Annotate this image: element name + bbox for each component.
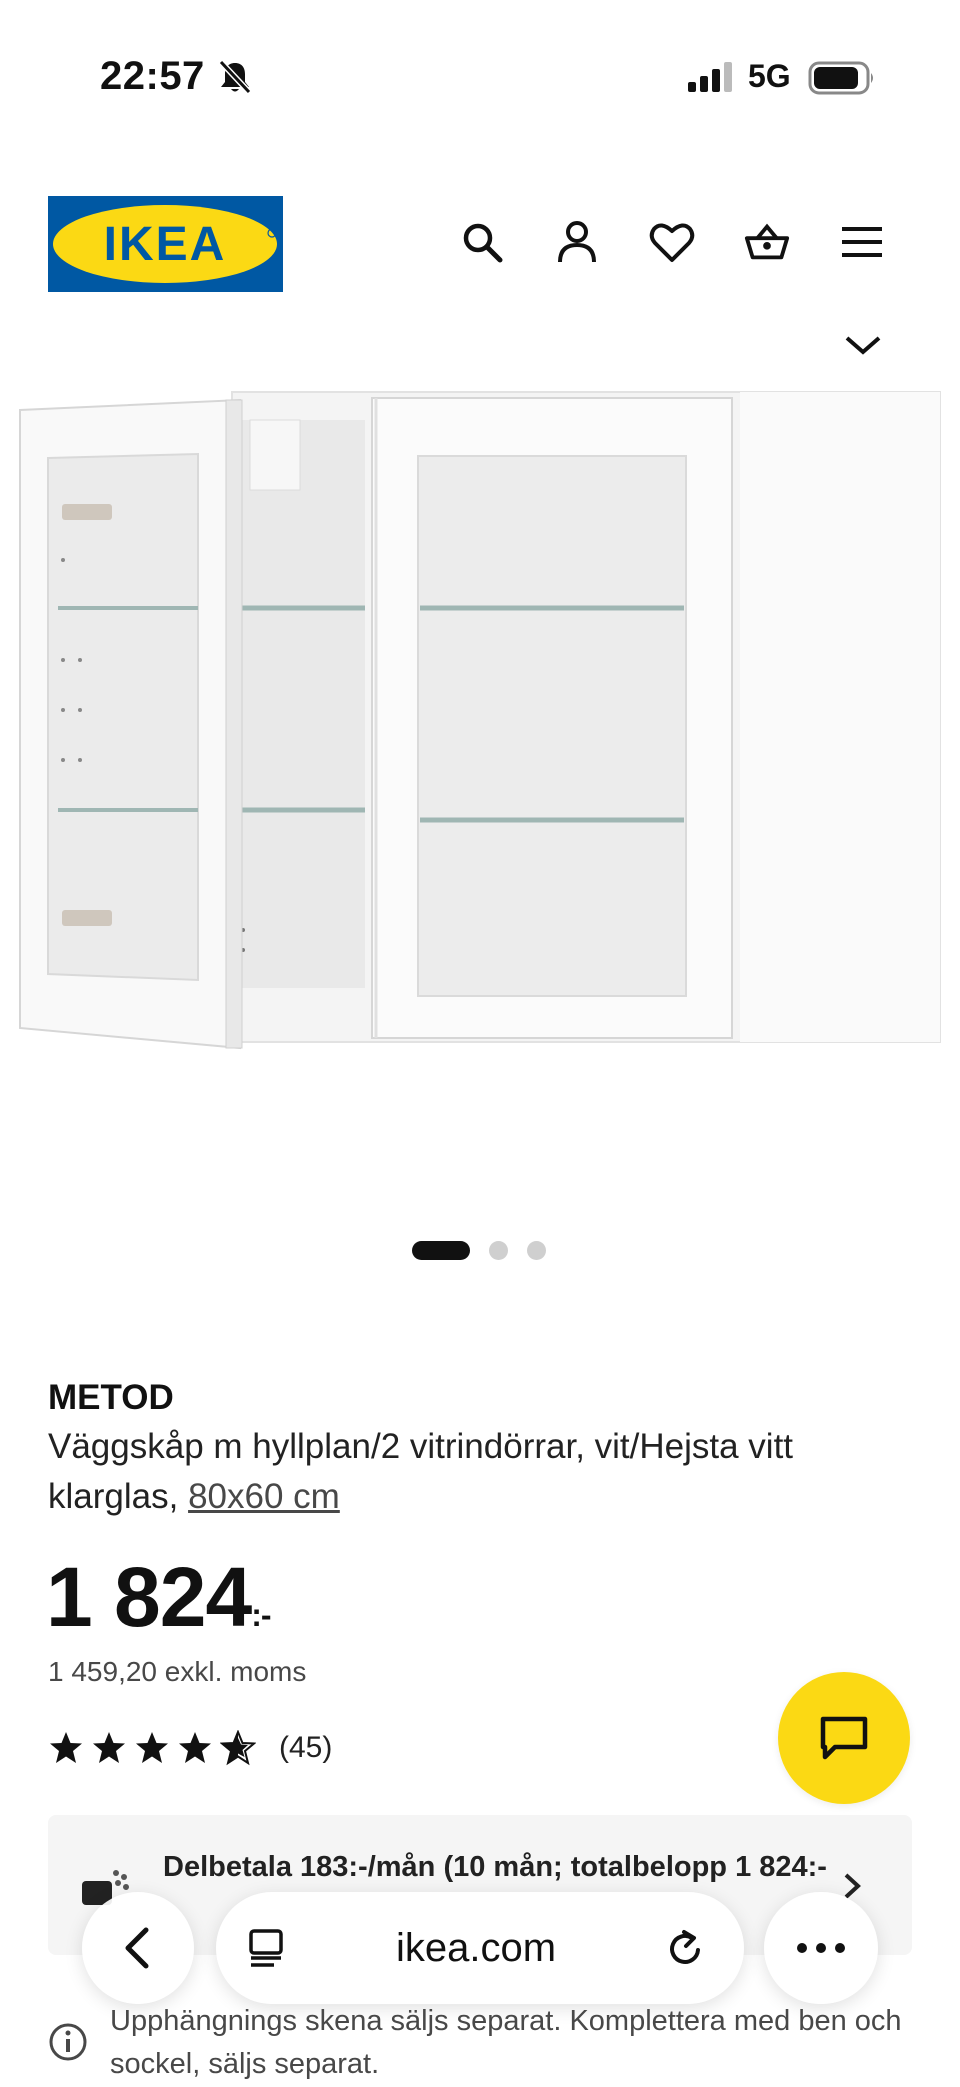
- star-icon: [179, 1732, 211, 1763]
- star-icon: [50, 1732, 82, 1763]
- browser-more-button[interactable]: [764, 1892, 878, 2004]
- price-excl-vat: 1 459,20 exkl. moms: [48, 1656, 307, 1687]
- search-icon: [463, 223, 503, 263]
- product-brand: METOD: [48, 1378, 174, 1417]
- menu-icon: [842, 227, 882, 257]
- bell-slash-icon: [218, 59, 252, 95]
- reader-mode-icon[interactable]: [246, 1928, 286, 1968]
- search-button[interactable]: [458, 218, 506, 266]
- product-image[interactable]: [0, 380, 960, 1080]
- chevron-left-icon: [125, 1927, 149, 1969]
- product-price: 1 824:-: [46, 1550, 272, 1660]
- logo-text: IKEA: [104, 218, 227, 271]
- carousel-dots: [0, 1238, 960, 1262]
- account-icon: [558, 221, 596, 263]
- ikea-logo[interactable]: IKEA: [48, 196, 283, 292]
- reload-icon[interactable]: [666, 1928, 706, 1970]
- menu-button[interactable]: [838, 218, 886, 266]
- chat-button[interactable]: [778, 1672, 910, 1804]
- chevron-down-icon[interactable]: [843, 330, 883, 358]
- site-header: IKEA: [0, 190, 960, 300]
- status-bar: 22:57 5G: [0, 0, 960, 150]
- account-button[interactable]: [553, 218, 601, 266]
- price-value: 1 824: [46, 1550, 252, 1644]
- address-bar[interactable]: ikea.com: [216, 1892, 744, 2004]
- chat-icon: [820, 1716, 868, 1760]
- product-rating[interactable]: (45): [48, 1728, 332, 1768]
- battery-icon: [808, 61, 873, 95]
- heart-icon: [649, 223, 695, 262]
- product-description: Väggskåp m hyllplan/2 vitrindörrar, vit/…: [48, 1422, 908, 1522]
- carousel-dot-2[interactable]: [489, 1241, 508, 1260]
- star-icon: [136, 1732, 168, 1763]
- star-half-icon: [220, 1730, 256, 1766]
- browser-back-button[interactable]: [82, 1892, 194, 2004]
- star-icon: [93, 1732, 125, 1763]
- carousel-dot-3[interactable]: [527, 1241, 546, 1260]
- notice-text: Upphängnings skena säljs separat. Komple…: [110, 2005, 902, 2080]
- product-size-link[interactable]: 80x60 cm: [188, 1477, 340, 1516]
- price-suffix: :-: [251, 1597, 271, 1633]
- info-icon: [49, 2023, 87, 2061]
- favorites-button[interactable]: [648, 218, 696, 266]
- review-count: (45): [279, 1731, 333, 1764]
- network-label: 5G: [748, 58, 791, 94]
- basket-icon: [744, 223, 790, 260]
- carousel-dot-1[interactable]: [412, 1241, 470, 1260]
- url-text: ikea.com: [396, 1926, 557, 1970]
- status-time: 22:57: [100, 54, 205, 98]
- cart-button[interactable]: [743, 218, 791, 266]
- product-description-text: Väggskåp m hyllplan/2 vitrindörrar, vit/…: [48, 1427, 794, 1516]
- signal-icon: [688, 62, 732, 92]
- more-icon: [797, 1943, 845, 1953]
